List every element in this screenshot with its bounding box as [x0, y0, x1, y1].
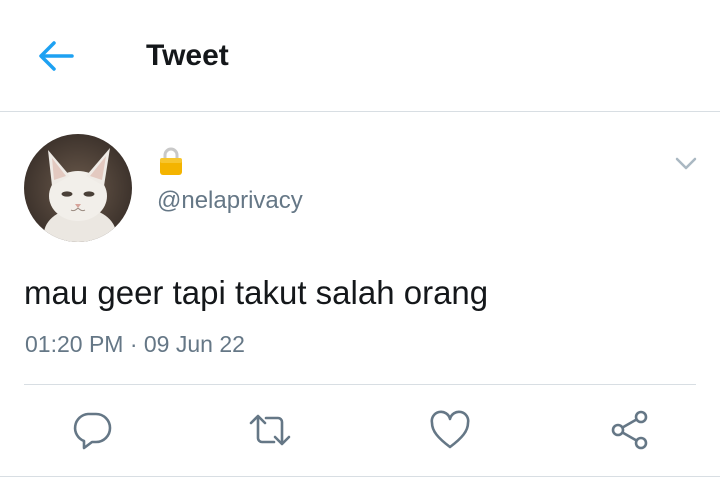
avatar[interactable]	[24, 134, 132, 242]
like-icon	[430, 410, 470, 449]
retweet-button[interactable]	[248, 408, 292, 452]
bottom-divider	[0, 476, 720, 477]
page-title: Tweet	[146, 39, 229, 72]
tweet-text: mau geer tapi takut salah orang	[24, 274, 489, 311]
tweet-page: Tweet @nelaprivacy mau geer tapi takut s…	[0, 0, 720, 491]
back-button[interactable]	[34, 36, 78, 76]
reply-icon	[73, 412, 112, 450]
arrow-left-icon	[39, 41, 74, 71]
retweet-icon	[249, 414, 291, 446]
cat-avatar	[24, 134, 132, 242]
share-icon	[611, 410, 648, 450]
divider	[24, 384, 696, 385]
lock-icon	[160, 147, 182, 175]
share-button[interactable]	[608, 408, 652, 452]
author-handle[interactable]: @nelaprivacy	[157, 186, 303, 216]
reply-button[interactable]	[70, 408, 114, 452]
tweet-timestamp: 01:20 PM · 09 Jun 22	[25, 331, 245, 357]
top-bar: Tweet	[0, 0, 720, 112]
tweet-menu-button[interactable]	[670, 150, 702, 178]
like-button[interactable]	[428, 408, 472, 452]
chevron-down-icon	[675, 157, 697, 170]
